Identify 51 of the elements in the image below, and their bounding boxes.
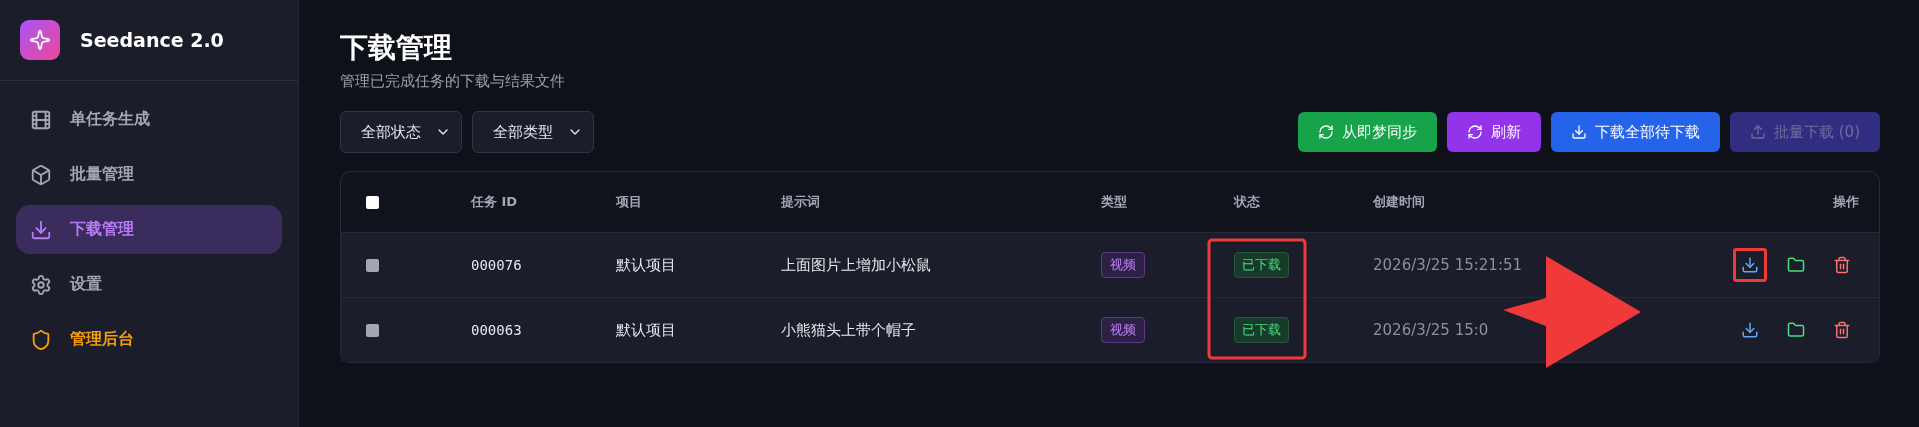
app-name: Seedance 2.0 <box>80 29 224 51</box>
nav-item[interactable]: 管理后台 <box>16 315 282 364</box>
cube-icon <box>30 163 52 186</box>
logo-icon <box>20 20 60 60</box>
nav-item[interactable]: 设置 <box>16 260 282 309</box>
column-header: 提示词 <box>781 193 821 211</box>
type-tag: 视频 <box>1101 252 1145 278</box>
column-header: 创建时间 <box>1373 193 1426 211</box>
nav-item[interactable]: 单任务生成 <box>16 95 282 144</box>
column-header: 类型 <box>1101 193 1128 211</box>
filter-select[interactable]: 全部类型 <box>472 111 594 153</box>
action-button[interactable]: 刷新 <box>1447 112 1541 152</box>
download-icon <box>1741 321 1759 339</box>
page-title: 下载管理 <box>340 30 453 66</box>
table-cell-text: 上面图片上增加小松鼠 <box>781 255 932 275</box>
column-header: 状态 <box>1234 193 1261 211</box>
table-cell-text: 2026/3/25 15:0 <box>1373 321 1490 339</box>
filter-select[interactable]: 全部状态 <box>340 111 462 153</box>
action-button[interactable]: 下载全部待下载 <box>1551 112 1720 152</box>
nav-item[interactable]: 批量管理 <box>16 150 282 199</box>
column-header: 操作 <box>1833 193 1860 211</box>
table-cell-text: 小熊猫头上带个帽子 <box>781 320 917 340</box>
table-cell-text: 默认项目 <box>616 320 677 340</box>
nav-item[interactable]: 下载管理 <box>16 205 282 254</box>
download-button[interactable] <box>1733 248 1767 282</box>
table-cell-text: 2026/3/25 15:21:51 <box>1373 256 1524 274</box>
refresh-icon <box>1467 124 1483 140</box>
download-icon <box>1571 124 1587 140</box>
refresh-icon <box>1318 124 1334 140</box>
status-tag: 已下载 <box>1234 317 1289 343</box>
film-icon <box>30 108 52 131</box>
checkbox[interactable] <box>366 258 379 272</box>
download-icon <box>1741 256 1759 274</box>
checkbox[interactable] <box>366 323 379 337</box>
type-tag: 视频 <box>1101 317 1145 343</box>
column-header: 项目 <box>616 193 643 211</box>
table-cell-text: 000063 <box>471 322 523 338</box>
trash-icon <box>1833 321 1851 339</box>
shield-icon <box>30 328 52 351</box>
column-header: 任务 ID <box>471 193 519 211</box>
page-subtitle: 管理已完成任务的下载与结果文件 <box>340 72 566 91</box>
upload-icon <box>1750 124 1766 140</box>
checkbox[interactable] <box>366 195 379 209</box>
download-icon <box>30 218 52 241</box>
status-tag: 已下载 <box>1234 252 1289 278</box>
trash-icon <box>1833 256 1851 274</box>
folder-icon <box>1787 256 1805 274</box>
folder-icon <box>1787 321 1805 339</box>
settings-icon <box>30 273 52 296</box>
table-cell-text: 默认项目 <box>616 255 677 275</box>
table-cell-text: 000076 <box>471 257 523 273</box>
